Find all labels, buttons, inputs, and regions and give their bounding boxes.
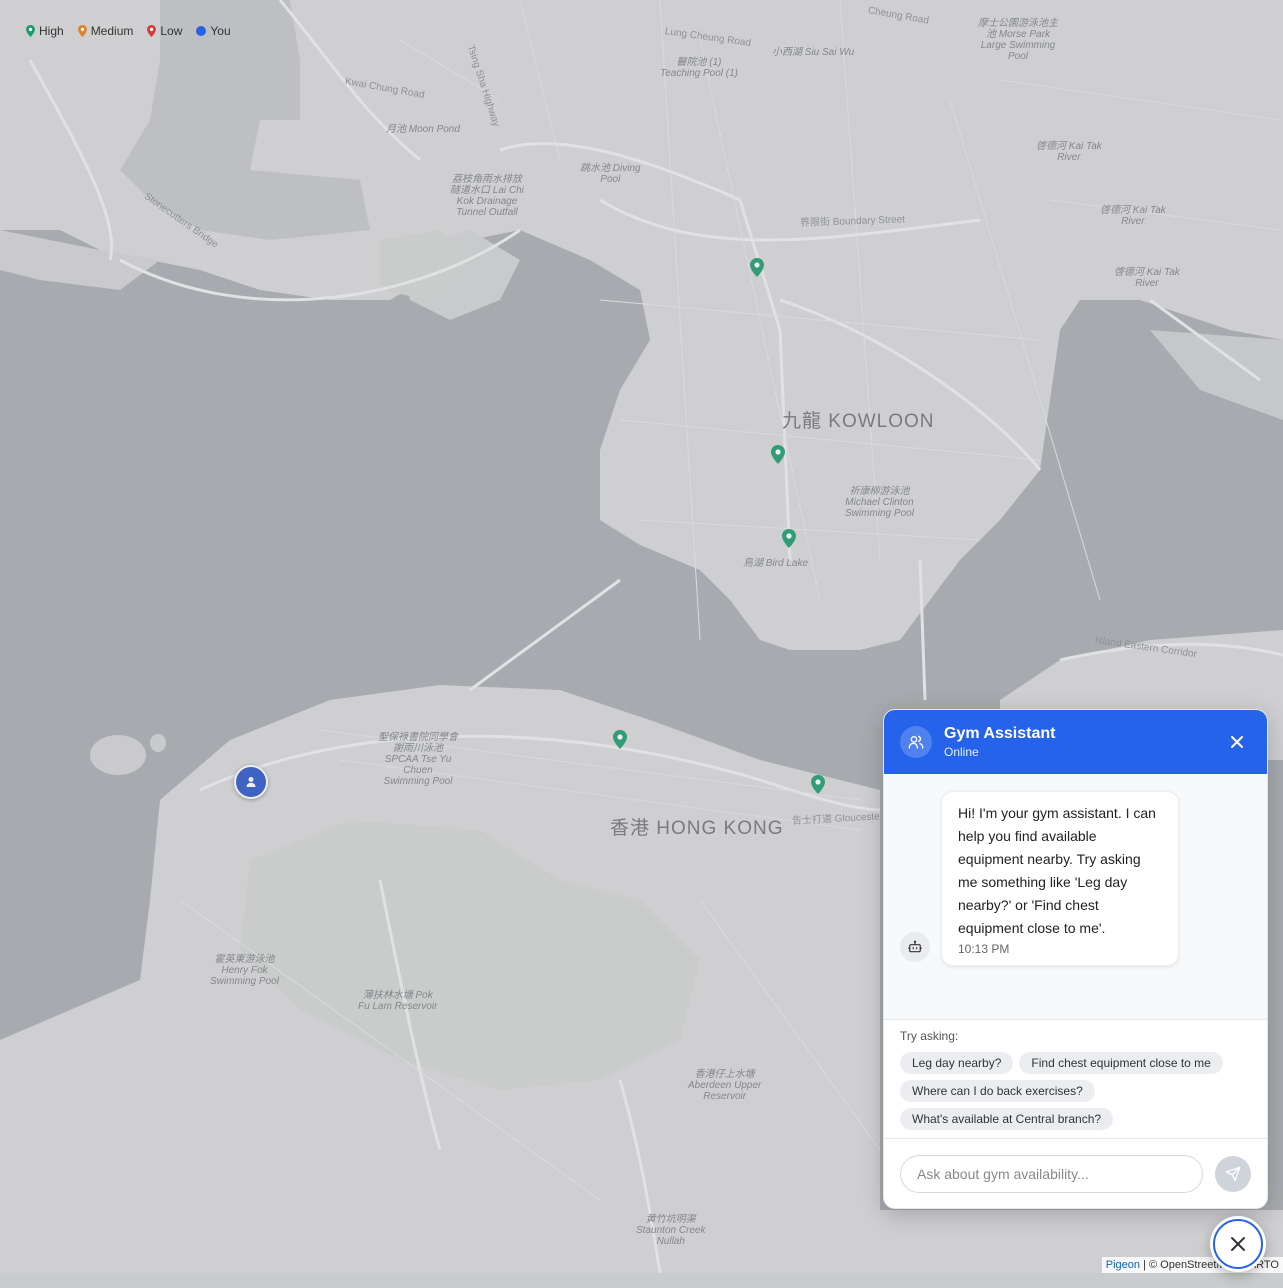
user-location-marker[interactable] xyxy=(234,765,268,799)
place-label: 月池 Moon Pond xyxy=(386,124,460,135)
map-pin-icon xyxy=(750,258,764,277)
map-pin-icon xyxy=(811,775,825,794)
district-label-kowloon: 九龍 KOWLOON xyxy=(782,411,935,432)
chat-input[interactable] xyxy=(900,1154,1203,1193)
chat-title: Gym Assistant xyxy=(944,725,1056,742)
send-button[interactable] xyxy=(1215,1155,1251,1192)
users-icon xyxy=(908,735,924,749)
attribution-link[interactable]: Pigeon xyxy=(1106,1259,1140,1271)
map-pin-icon xyxy=(613,730,627,749)
place-label: 黄竹坑明渠 Staunton Creek Nullah xyxy=(636,1214,706,1247)
close-icon xyxy=(1231,736,1243,748)
chat-input-row xyxy=(884,1138,1267,1208)
place-label: 跳水池 Diving Pool xyxy=(580,163,641,185)
assistant-avatar xyxy=(900,726,932,758)
place-label: 醫院池 (1) Teaching Pool (1) xyxy=(660,57,739,79)
place-label: 鳥湖 Bird Lake xyxy=(743,558,809,569)
legend-label: Low xyxy=(160,24,183,38)
place-label: 荔枝角雨水排放 隧道水口 Lai Chi Kok Drainage Tunnel Ou… xyxy=(450,174,524,218)
message-text: Hi! I'm your gym assistant. I can help y… xyxy=(958,805,1156,936)
chat-messages[interactable]: Hi! I'm your gym assistant. I can help y… xyxy=(884,774,1267,1019)
person-icon xyxy=(246,777,256,787)
suggestion-chip[interactable]: Find chest equipment close to me xyxy=(1019,1052,1223,1074)
map-pin-icon xyxy=(771,445,785,464)
gym-marker-high[interactable] xyxy=(750,258,764,277)
place-label: 聖保祿書院同學會 謝雨川泳池 SPCAA Tse Yu Chuen Swimming P… xyxy=(378,732,458,787)
place-label: 摩士公園游泳池主池 Morse Park Large Swimming Pool xyxy=(978,18,1058,62)
user-dot-icon xyxy=(196,26,207,36)
assistant-message: Hi! I'm your gym assistant. I can help y… xyxy=(941,791,1179,966)
suggestion-chip[interactable]: Leg day nearby? xyxy=(900,1052,1014,1074)
legend-label: Medium xyxy=(90,24,134,38)
place-label: 小西湖 Siu Sai Wu xyxy=(772,47,855,58)
map-pin-icon xyxy=(782,529,796,548)
legend-item-high: High xyxy=(26,24,64,38)
map-pin-icon xyxy=(26,25,35,37)
suggestion-chips: Leg day nearby? Find chest equipment clo… xyxy=(900,1052,1251,1130)
place-label: 啓德河 Kai Tak River xyxy=(1100,205,1166,227)
gym-marker-high[interactable] xyxy=(782,529,796,548)
gym-marker-high[interactable] xyxy=(613,730,627,749)
legend-label: You xyxy=(210,24,231,38)
gym-marker-high[interactable] xyxy=(811,775,825,794)
chat-header: Gym Assistant Online xyxy=(884,710,1267,774)
send-icon xyxy=(1225,1166,1241,1181)
suggestions-title: Try asking: xyxy=(900,1029,959,1043)
place-label: 薄扶林水塘 Pok Fu Lam Reservoir xyxy=(358,990,438,1012)
map-pin-icon xyxy=(147,25,157,37)
gym-marker-high[interactable] xyxy=(771,445,785,464)
place-label: 霍英東游泳池 Henry Fok Swimming Pool xyxy=(210,954,279,987)
toggle-chat-ring xyxy=(1213,1219,1263,1269)
close-chat-button[interactable] xyxy=(1227,732,1247,752)
suggestions-section: Try asking: Leg day nearby? Find chest e… xyxy=(884,1019,1267,1138)
legend-item-low: Low xyxy=(147,24,182,38)
availability-legend: High Medium Low You xyxy=(26,24,231,38)
legend-item-medium: Medium xyxy=(77,24,134,38)
robot-icon xyxy=(908,940,922,953)
message-timestamp: 10:13 PM xyxy=(958,942,1010,956)
map-pin-icon xyxy=(77,25,87,37)
place-label: 啓德河 Kai Tak River xyxy=(1114,267,1180,289)
chat-panel: Gym Assistant Online Hi! I'm your gym as… xyxy=(883,709,1268,1209)
district-label-hong-kong: 香港 HONG KONG xyxy=(610,818,784,839)
chat-status: Online xyxy=(944,745,979,759)
suggestion-chip[interactable]: What's available at Central branch? xyxy=(900,1108,1114,1130)
toggle-chat-button[interactable] xyxy=(1210,1216,1266,1272)
place-label: 香港仔上水塘 Aberdeen Upper Reservoir xyxy=(688,1069,762,1102)
suggestion-chip[interactable]: Where can I do back exercises? xyxy=(900,1080,1095,1102)
bottom-strip xyxy=(0,1273,1283,1288)
bot-avatar xyxy=(900,932,930,962)
legend-label: High xyxy=(39,24,64,38)
legend-item-you: You xyxy=(196,24,231,38)
close-icon xyxy=(1231,1237,1245,1251)
place-label: 啓德河 Kai Tak River xyxy=(1036,141,1102,163)
place-label: 祈康柳游泳池 Michael Clinton Swimming Pool xyxy=(845,486,914,519)
